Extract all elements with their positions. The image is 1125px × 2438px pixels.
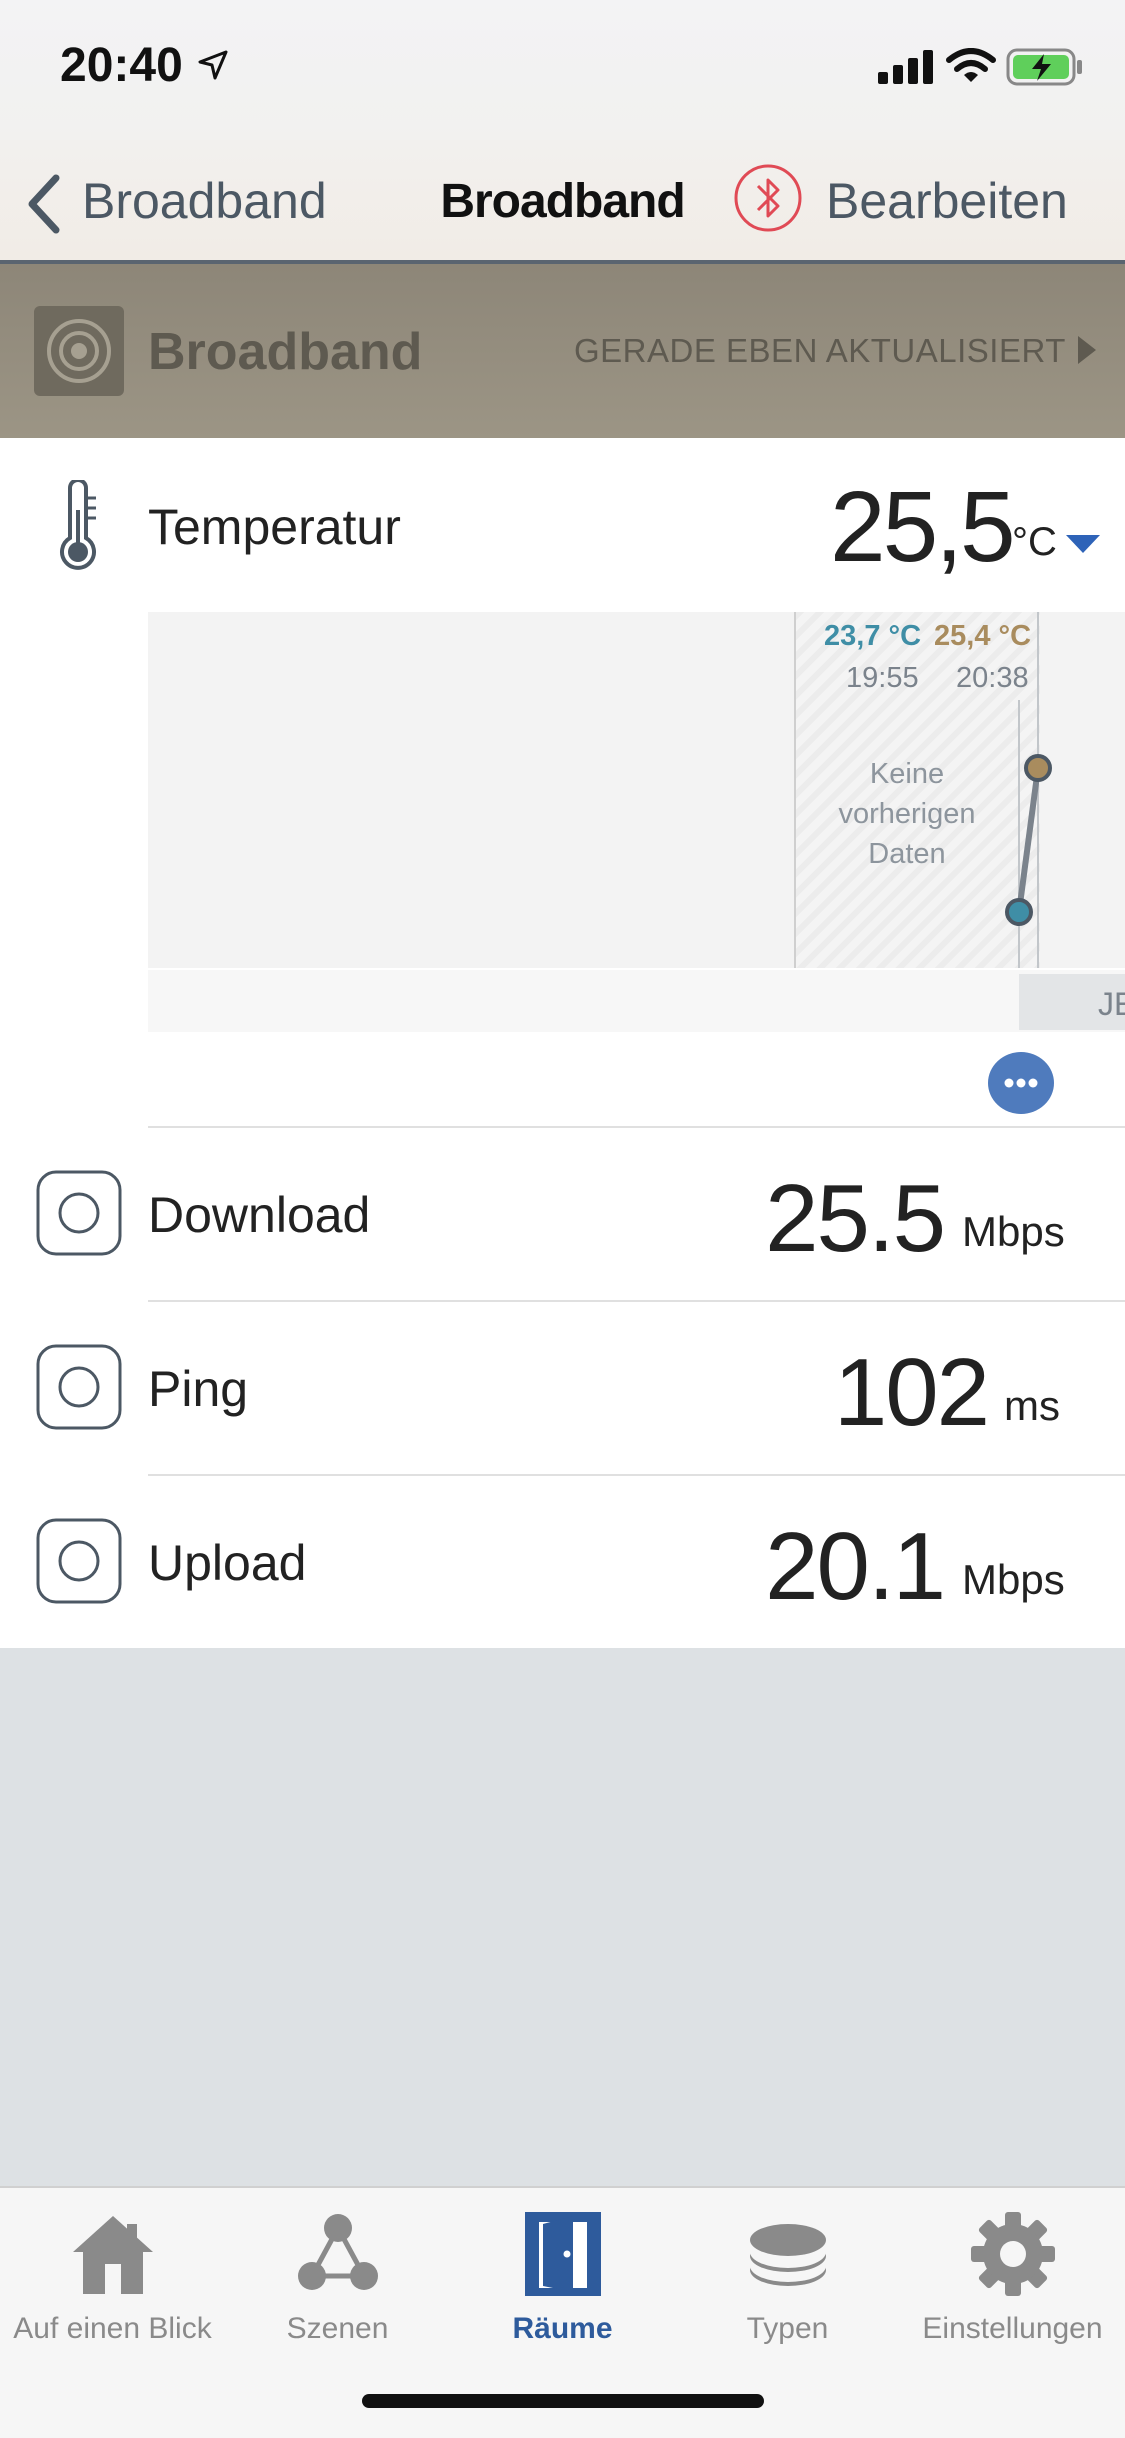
sensor-circle-icon [36, 1518, 122, 1604]
tab-label: Szenen [286, 2312, 389, 2345]
tab-label: Räume [512, 2312, 613, 2345]
gear-icon [970, 2212, 1055, 2296]
row-unit: Mbps [962, 1556, 1065, 1603]
chart-range-label: JE [1098, 986, 1125, 1022]
row-unit: ms [1004, 1382, 1060, 1429]
chart-plot [1005, 612, 1052, 968]
scenes-icon [297, 2214, 378, 2290]
list-item-upload[interactable]: Upload 20.1 Mbps [0, 1476, 1125, 1648]
chart-max-value: 25,4 °C [934, 620, 1032, 652]
row-value: 25.5 [765, 1165, 946, 1272]
row-value: 20.1 [765, 1513, 946, 1620]
tab-label: Einstellungen [922, 2312, 1103, 2345]
chart-point [1024, 754, 1052, 782]
chart-max-time: 20:38 [956, 662, 1029, 694]
house-icon [72, 2216, 153, 2294]
tab-rooms[interactable]: Räume [450, 2206, 675, 2386]
home-indicator [362, 2394, 764, 2408]
tab-label: Typen [746, 2312, 829, 2345]
sensor-circle-icon [36, 1344, 122, 1430]
row-unit: Mbps [962, 1208, 1065, 1255]
row-label: Download [148, 1187, 371, 1243]
row-label: Ping [148, 1361, 249, 1417]
row-label: Upload [148, 1535, 307, 1591]
chart-point [1005, 898, 1033, 926]
chart-no-data-label: Keine vorherigen Daten [838, 758, 976, 870]
row-value: 102 [833, 1339, 990, 1446]
layers-icon [749, 2224, 826, 2286]
tab-settings[interactable]: Einstellungen [900, 2206, 1125, 2386]
door-icon [524, 2212, 601, 2296]
list-item-download[interactable]: Download 25.5 Mbps [0, 1128, 1125, 1300]
ellipsis-icon [1004, 1078, 1038, 1088]
tab-overview[interactable]: Auf einen Blick [0, 2206, 225, 2386]
sensor-circle-icon [36, 1170, 122, 1256]
chart-range-bar [148, 970, 1125, 1032]
tab-label: Auf einen Blick [13, 2312, 212, 2345]
tab-scenes[interactable]: Szenen [225, 2206, 450, 2386]
list-item-ping[interactable]: Ping 102 ms [0, 1302, 1125, 1474]
more-options-button[interactable] [988, 1052, 1054, 1114]
chart-series-line [1016, 767, 1041, 913]
chart-min-time: 19:55 [846, 662, 919, 694]
tab-types[interactable]: Typen [675, 2206, 900, 2386]
chart-min-value: 23,7 °C [824, 620, 922, 652]
